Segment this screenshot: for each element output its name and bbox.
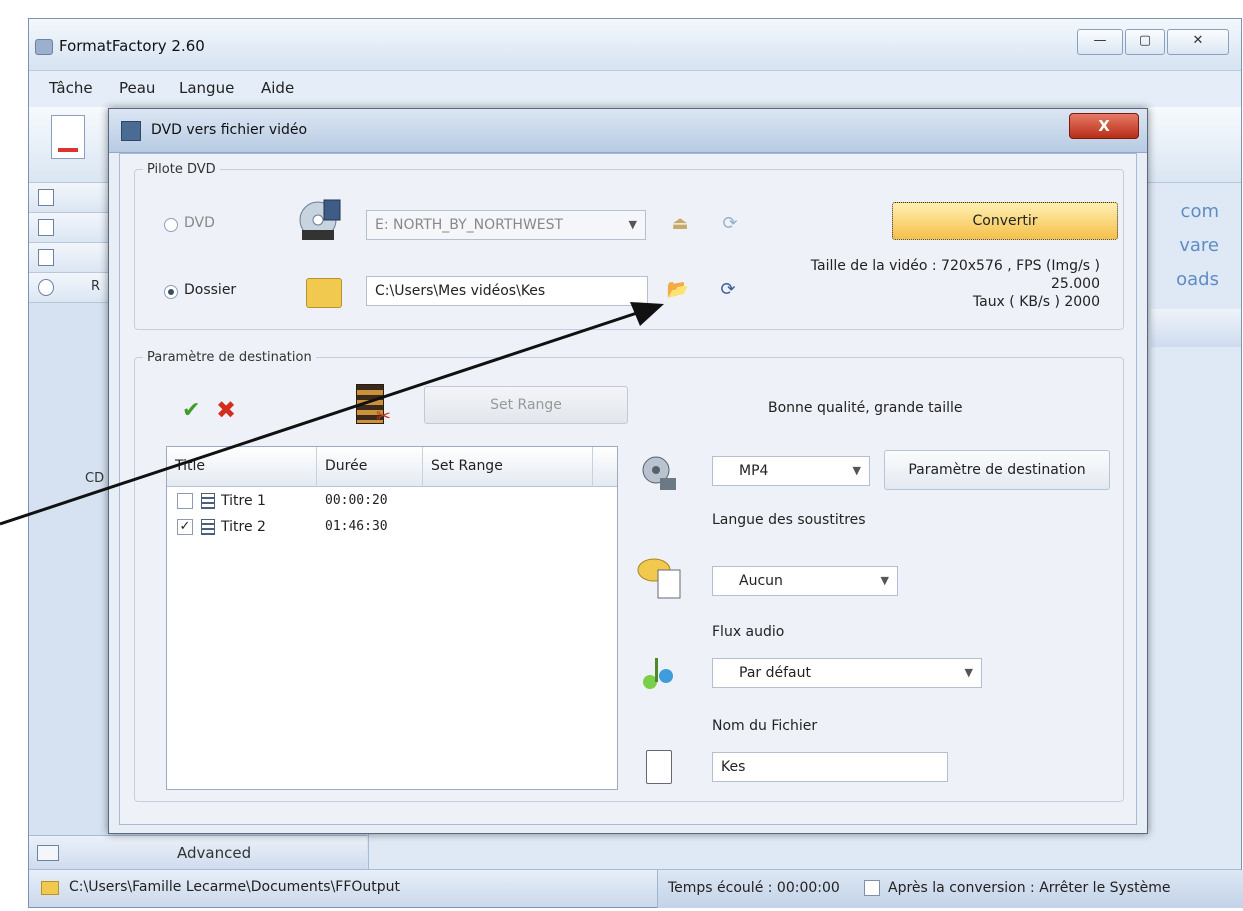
menu-aide[interactable]: Aide [261, 79, 294, 97]
video-rate-value: Taux ( KB/s ) 2000 [972, 294, 1100, 310]
menu-tache[interactable]: Tâche [49, 79, 93, 97]
image-category-icon [38, 249, 54, 266]
folder-path-input[interactable]: C:\Users\Mes vidéos\Kes [366, 276, 648, 306]
format-value: MP4 [739, 463, 769, 479]
video-fps-value: 25.000 [1051, 276, 1100, 292]
row-title: Titre 2 [221, 519, 266, 535]
video-reel-icon [642, 456, 676, 490]
subtitle-language-label: Langue des soustitres [712, 512, 866, 528]
elapsed-time: Temps écoulé : 00:00:00 [668, 880, 840, 896]
menu-langue[interactable]: Langue [179, 79, 234, 97]
chevron-down-icon: ▼ [964, 666, 973, 679]
audio-stream-select[interactable]: Par défaut ▼ [712, 658, 982, 688]
subtitle-select[interactable]: Aucun ▼ [712, 566, 898, 596]
row-duration: 00:00:20 [325, 493, 388, 508]
radio-dvd[interactable] [164, 218, 178, 232]
refresh-folder-icon[interactable]: ⟳ [716, 278, 740, 302]
video-category-icon [38, 189, 54, 206]
audio-stream-value: Par défaut [739, 665, 811, 681]
maximize-button[interactable]: ▢ [1125, 29, 1165, 55]
remove-file-icon[interactable] [51, 115, 85, 159]
col-set-range[interactable]: Set Range [423, 447, 593, 487]
promo-link-3[interactable]: oads [1157, 263, 1219, 297]
subtitle-value: Aucun [739, 573, 783, 589]
col-duration[interactable]: Durée [317, 447, 423, 487]
audio-category-icon [38, 219, 54, 236]
radio-folder[interactable] [164, 285, 178, 299]
dvd-drive-select[interactable]: E: NORTH_BY_NORTHWEST ▼ [366, 210, 646, 240]
audio-notes-icon [643, 658, 673, 689]
right-panel-header [1151, 309, 1241, 347]
file-name-icon [646, 750, 672, 784]
audio-stream-label: Flux audio [712, 624, 785, 640]
title-list: Title Durée Set Range Titre 1 00:00:20 ✓… [166, 446, 618, 790]
eject-icon[interactable]: ⏏ [668, 212, 692, 236]
disc-category-icon [38, 279, 54, 296]
minimize-button[interactable]: — [1077, 29, 1123, 55]
radio-dvd-label: DVD [184, 215, 215, 231]
promo-link-1[interactable]: com [1157, 195, 1219, 229]
category-advanced[interactable]: Advanced [29, 835, 367, 869]
output-folder-icon[interactable] [41, 881, 59, 895]
promo-links: com vare oads [1157, 195, 1219, 297]
col-title[interactable]: Title [167, 447, 317, 487]
row-title: Titre 1 [221, 493, 266, 509]
title-list-header: Title Durée Set Range [167, 447, 617, 487]
output-path[interactable]: C:\Users\Famille Lecarme\Documents\FFOut… [69, 879, 400, 895]
dvd-dialog: DVD vers fichier vidéo X Pilote DVD DVD … [108, 108, 1148, 834]
dvd-drive-value: E: NORTH_BY_NORTHWEST [375, 217, 564, 233]
format-select[interactable]: MP4 ▼ [712, 456, 870, 486]
table-row[interactable]: Titre 1 00:00:20 [167, 489, 617, 515]
file-name-label: Nom du Fichier [712, 718, 818, 734]
status-bar: C:\Users\Famille Lecarme\Documents\FFOut… [29, 869, 1243, 908]
uncheck-all-icon[interactable]: ✖ [216, 396, 236, 424]
destination-group-legend: Paramètre de destination [147, 350, 312, 365]
refresh-drive-icon[interactable]: ⟳ [718, 212, 742, 236]
formatfactory-app-icon [35, 39, 53, 55]
menu-peau[interactable]: Peau [119, 79, 155, 97]
source-group-legend: Pilote DVD [147, 162, 216, 177]
category-rom-label: R [91, 279, 101, 294]
row-checkbox-checked[interactable]: ✓ [177, 519, 193, 535]
folder-dvd-icon [306, 278, 342, 308]
close-button[interactable]: ✕ [1167, 29, 1229, 55]
radio-folder-label: Dossier [184, 282, 237, 298]
dvd-disc-icon [299, 199, 341, 240]
chevron-down-icon: ▼ [880, 574, 889, 587]
browse-folder-icon[interactable]: 📂 [666, 278, 690, 302]
check-all-icon[interactable]: ✔ [182, 398, 200, 423]
dialog-body: Pilote DVD DVD E: NORTH_BY_NORTHWEST ▼ ⏏… [119, 153, 1137, 825]
convert-button[interactable]: Convertir [892, 202, 1118, 240]
video-title-icon [201, 493, 215, 509]
video-title-icon [201, 519, 215, 535]
dvd-dialog-icon [121, 121, 141, 141]
set-range-button[interactable]: Set Range [424, 386, 628, 424]
video-size-info: Taille de la vidéo : 720x576 , FPS (Img/… [810, 258, 1100, 274]
main-window-title: FormatFactory 2.60 [59, 37, 205, 55]
file-name-input[interactable]: Kes [712, 752, 948, 782]
advanced-label: Advanced [177, 844, 252, 862]
row-duration: 01:46:30 [325, 519, 388, 534]
cd-item-label: CD [85, 471, 105, 486]
after-conversion-label: Après la conversion : Arrêter le Système [888, 880, 1171, 896]
subtitle-icon [637, 558, 681, 599]
main-title-bar: FormatFactory 2.60 — ▢ ✕ [29, 19, 1241, 71]
status-right-section: Temps écoulé : 00:00:00 Après la convers… [657, 870, 1243, 908]
scissors-icon: ✂ [376, 406, 392, 427]
quality-label: Bonne qualité, grande taille [768, 400, 963, 416]
after-conversion-checkbox[interactable] [864, 880, 880, 896]
table-row[interactable]: ✓ Titre 2 01:46:30 [167, 515, 617, 541]
dialog-title-bar: DVD vers fichier vidéo X [109, 109, 1147, 153]
row-checkbox[interactable] [177, 493, 193, 509]
promo-link-2[interactable]: vare [1157, 229, 1219, 263]
dialog-close-button[interactable]: X [1069, 113, 1139, 139]
advanced-icon [37, 845, 59, 861]
chevron-down-icon: ▼ [628, 218, 637, 231]
chevron-down-icon: ▼ [852, 464, 861, 477]
dialog-title: DVD vers fichier vidéo [151, 122, 308, 138]
menu-bar: Tâche Peau Langue Aide [29, 71, 1241, 107]
destination-settings-button[interactable]: Paramètre de destination [884, 450, 1110, 490]
